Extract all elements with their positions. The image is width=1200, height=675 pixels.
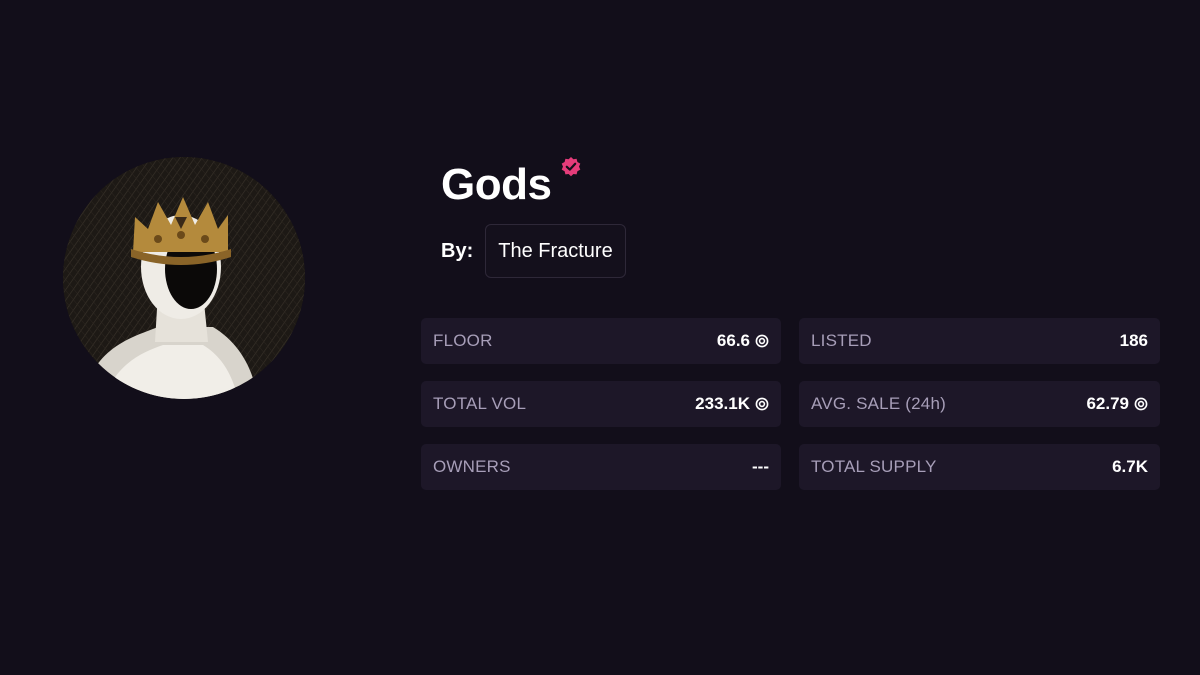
stat-label: TOTAL VOL <box>433 394 527 413</box>
stat-value-text: 62.79 <box>1086 394 1129 413</box>
stat-value: --- <box>752 457 769 477</box>
stat-label: FLOOR <box>433 331 493 350</box>
coin-icon <box>755 334 769 348</box>
stat-total-supply: TOTAL SUPPLY 6.7K <box>799 444 1160 490</box>
stat-value: 233.1K <box>695 394 769 414</box>
collection-header: Gods By: The Fracture FLOOR 66.6 LISTED … <box>0 0 1200 675</box>
stat-value-text: 66.6 <box>716 331 750 350</box>
crowned-figure-image <box>63 157 305 399</box>
stat-value: 66.6 <box>717 331 769 351</box>
stat-label: OWNERS <box>433 457 511 476</box>
stat-label: TOTAL SUPPLY <box>811 457 937 476</box>
stat-value-text: 186 <box>1119 331 1148 350</box>
stat-label: LISTED <box>811 331 872 350</box>
stat-label: AVG. SALE (24h) <box>811 394 946 413</box>
stat-value-text: --- <box>752 457 769 476</box>
creator-link[interactable]: The Fracture <box>485 224 626 278</box>
coin-icon <box>755 397 769 411</box>
stat-value-text: 6.7K <box>1112 457 1148 476</box>
collection-title: Gods <box>441 160 552 209</box>
collection-avatar <box>63 157 305 399</box>
stats-grid: FLOOR 66.6 LISTED 186 TOTAL VOL 233.1K A… <box>421 318 1160 490</box>
stat-total-vol: TOTAL VOL 233.1K <box>421 381 781 427</box>
verified-badge-icon <box>562 157 581 177</box>
stat-value-text: 233.1K <box>695 394 750 413</box>
stat-floor: FLOOR 66.6 <box>421 318 781 364</box>
stat-value: 6.7K <box>1112 457 1148 477</box>
stat-value: 62.79 <box>1086 394 1148 414</box>
stat-avg-sale: AVG. SALE (24h) 62.79 <box>799 381 1160 427</box>
stat-value: 186 <box>1120 331 1148 351</box>
stat-owners: OWNERS --- <box>421 444 781 490</box>
stat-listed: LISTED 186 <box>799 318 1160 364</box>
coin-icon <box>1134 397 1148 411</box>
by-label: By: <box>441 239 474 262</box>
